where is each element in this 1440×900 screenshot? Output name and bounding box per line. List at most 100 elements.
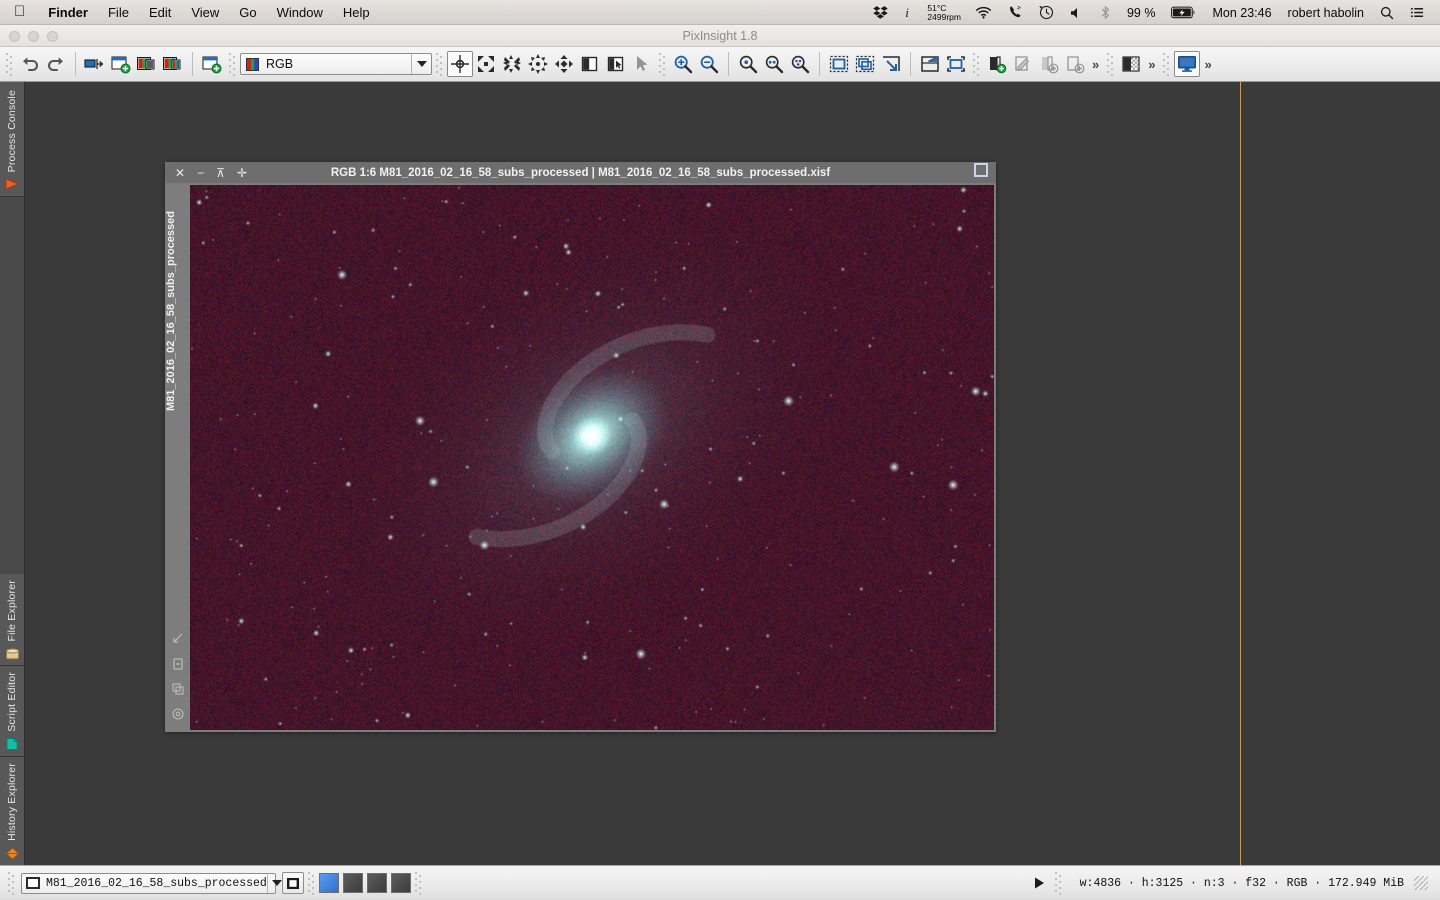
zoom-fit-icon[interactable]: [761, 51, 787, 77]
battery-charging-icon[interactable]: [1163, 6, 1204, 19]
mask-frame-icon[interactable]: [172, 657, 184, 675]
duplicate-image-icon[interactable]: [160, 51, 186, 77]
toolbar-grip-2[interactable]: [228, 52, 237, 76]
menu-file[interactable]: File: [98, 5, 139, 20]
move-tool-icon[interactable]: [551, 51, 577, 77]
new-mask-icon[interactable]: [984, 51, 1010, 77]
maximize-window-icon[interactable]: [943, 51, 969, 77]
sidebar-item-history-explorer[interactable]: History Explorer: [0, 757, 24, 865]
zoom-1-1-icon[interactable]: [735, 51, 761, 77]
menu-go[interactable]: Go: [229, 5, 266, 20]
image-window[interactable]: ✕ − ⊼ ✛ RGB 1:6 M81_2016_02_16_58_subs_p…: [165, 162, 996, 732]
image-identifier-icon[interactable]: [134, 51, 160, 77]
resize-grip-icon[interactable]: [1414, 876, 1428, 890]
menu-finder[interactable]: Finder: [38, 5, 98, 20]
close-window-button[interactable]: [9, 31, 20, 42]
chevron-down-icon[interactable]: [411, 54, 431, 74]
preview-tool-icon[interactable]: [577, 51, 603, 77]
toolbar-overflow-transparency[interactable]: »: [1144, 57, 1159, 72]
toolbar-overflow-masks[interactable]: »: [1088, 57, 1103, 72]
color-space-select[interactable]: RGB: [240, 53, 432, 75]
toolbar-grip-5[interactable]: [972, 52, 981, 76]
restore-window-icon[interactable]: [917, 51, 943, 77]
phone-handset-icon[interactable]: [1000, 5, 1031, 20]
contract-tool-icon[interactable]: [499, 51, 525, 77]
image-side-icons: [165, 632, 190, 725]
toolbar-grip-4[interactable]: [658, 52, 667, 76]
pan-tool-icon[interactable]: [447, 51, 473, 77]
undo-arrow-icon[interactable]: [17, 51, 43, 77]
arrow-pointer-icon[interactable]: [629, 51, 655, 77]
minimize-window-button[interactable]: [28, 31, 39, 42]
zoom-optimal-icon[interactable]: [787, 51, 813, 77]
menu-help[interactable]: Help: [333, 5, 380, 20]
fit-window-icon[interactable]: [826, 51, 852, 77]
clock[interactable]: Mon 23:46: [1204, 6, 1279, 20]
statusbar-grip-3[interactable]: [414, 871, 423, 895]
toolbar-grip-3[interactable]: [435, 52, 444, 76]
expand-tool-icon[interactable]: [473, 51, 499, 77]
image-maximize-icon[interactable]: ✛: [237, 167, 247, 179]
notification-center-icon[interactable]: [1402, 6, 1432, 20]
menu-view[interactable]: View: [181, 5, 229, 20]
temperature-readout[interactable]: 51°C 2499rpm: [921, 4, 967, 21]
zoom-in-icon[interactable]: [670, 51, 696, 77]
image-window-controls: ✕ − ⊼ ✛: [165, 167, 247, 179]
transparency-icon[interactable]: [1118, 51, 1144, 77]
statusbar-grip-2[interactable]: [307, 871, 316, 895]
expand-window-icon[interactable]: [878, 51, 904, 77]
edit-mask-icon[interactable]: [1010, 51, 1036, 77]
menu-edit[interactable]: Edit: [139, 5, 181, 20]
sidebar-item-process-console[interactable]: Process Console: [0, 82, 24, 198]
battery-percent[interactable]: 99 %: [1119, 6, 1164, 20]
sidebar-label-file-explorer: File Explorer: [6, 579, 18, 642]
image-close-icon[interactable]: ✕: [175, 167, 185, 179]
user-name[interactable]: robert habolin: [1280, 6, 1372, 20]
menu-window[interactable]: Window: [267, 5, 333, 20]
toolbar-grip-6[interactable]: [1106, 52, 1116, 76]
redo-arrow-icon[interactable]: [43, 51, 69, 77]
wifi-icon[interactable]: [967, 6, 1000, 19]
dropbox-icon[interactable]: [865, 5, 896, 20]
swatch-gray-3[interactable]: [391, 873, 411, 893]
duplicate-frame-icon[interactable]: [171, 682, 184, 700]
volume-icon[interactable]: [1062, 6, 1092, 20]
sidebar-item-script-editor[interactable]: Script Editor: [0, 666, 24, 758]
time-machine-icon[interactable]: [1031, 5, 1062, 20]
maximize-square-icon[interactable]: [974, 163, 988, 182]
toolbar-grip-7[interactable]: [1162, 52, 1172, 76]
swatch-gray-1[interactable]: [343, 873, 363, 893]
apply-mask-icon[interactable]: [1036, 51, 1062, 77]
zoom-window-button[interactable]: [47, 31, 58, 42]
toolbar-grip[interactable]: [5, 52, 14, 76]
new-project-icon[interactable]: [199, 51, 225, 77]
remove-mask-icon[interactable]: [1062, 51, 1088, 77]
swatch-blue[interactable]: [319, 873, 339, 893]
display-monitor-icon[interactable]: [1174, 51, 1201, 77]
image-collapse-icon[interactable]: ⊼: [216, 167, 225, 179]
swatch-gray-2[interactable]: [367, 873, 387, 893]
preview-select-icon[interactable]: [603, 51, 629, 77]
info-icon[interactable]: i: [896, 5, 921, 20]
apple-logo-icon[interactable]: : [0, 4, 38, 19]
zoom-out-icon[interactable]: [696, 51, 722, 77]
statusbar-grip[interactable]: [7, 871, 16, 895]
search-icon[interactable]: [1372, 6, 1402, 20]
target-center-icon[interactable]: [171, 707, 184, 725]
image-selector[interactable]: M81_2016_02_16_58_subs_processed: [21, 872, 276, 894]
tile-windows-icon[interactable]: [852, 51, 878, 77]
statusbar-grip-4[interactable]: [1053, 871, 1063, 895]
active-window-icon[interactable]: [282, 872, 304, 894]
astro-image-canvas[interactable]: [190, 185, 994, 730]
snowflake-tool-icon[interactable]: [525, 51, 551, 77]
new-image-icon[interactable]: [108, 51, 134, 77]
resize-handle-icon[interactable]: [172, 632, 184, 650]
sidebar-item-file-explorer[interactable]: File Explorer: [0, 573, 24, 667]
toolbar-overflow-right[interactable]: »: [1200, 57, 1215, 72]
image-minimize-icon[interactable]: −: [197, 167, 204, 179]
open-file-icon[interactable]: [82, 51, 108, 77]
m81-galaxy-image[interactable]: [190, 185, 994, 730]
play-icon[interactable]: [1027, 876, 1051, 890]
dock-spacer: [0, 197, 24, 574]
image-window-side-tab[interactable]: M81_2016_02_16_58_subs_processed: [165, 183, 190, 732]
